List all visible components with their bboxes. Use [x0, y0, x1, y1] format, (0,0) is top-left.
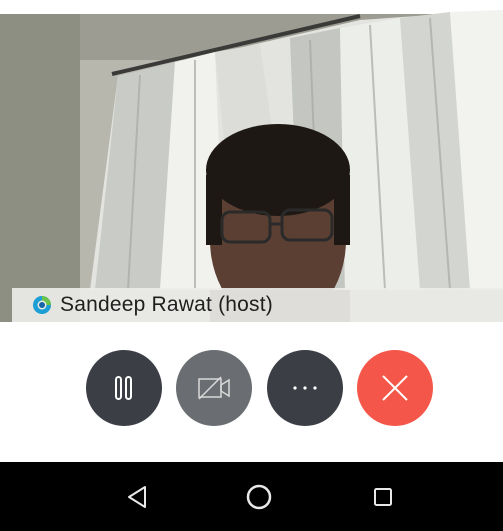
video-off-icon [198, 376, 230, 400]
call-controls [0, 322, 503, 462]
video-toggle-button[interactable] [176, 350, 252, 426]
more-icon [293, 386, 317, 390]
end-call-button[interactable] [357, 350, 433, 426]
video-feed: Sandeep Rawat (host) [0, 0, 503, 322]
back-triangle-icon [128, 486, 146, 508]
recents-square-icon [374, 488, 392, 506]
more-options-button[interactable] [267, 350, 343, 426]
back-button[interactable] [123, 483, 151, 511]
home-button[interactable] [245, 483, 273, 511]
participant-name-bar: Sandeep Rawat (host) [12, 288, 503, 322]
camera-image [0, 0, 503, 322]
pause-icon [115, 376, 132, 400]
close-icon [382, 375, 408, 401]
recents-button[interactable] [369, 483, 397, 511]
pause-button[interactable] [86, 350, 162, 426]
system-navigation-bar [0, 462, 503, 531]
home-circle-icon [246, 484, 272, 510]
participant-name: Sandeep Rawat (host) [60, 293, 273, 316]
webex-logo-icon [32, 295, 52, 315]
